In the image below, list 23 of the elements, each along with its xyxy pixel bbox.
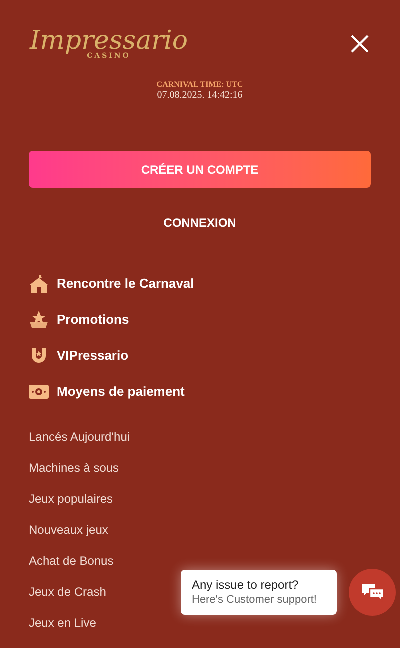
game-link[interactable]: Lancés Aujourd'hui bbox=[29, 429, 130, 446]
horseshoe-icon bbox=[29, 347, 49, 365]
menu-item[interactable]: Moyens de paiement bbox=[57, 382, 185, 402]
support-title: Any issue to report? bbox=[192, 578, 300, 592]
chat-button[interactable] bbox=[349, 569, 396, 616]
game-link[interactable]: Machines à sous bbox=[29, 460, 120, 477]
game-link[interactable]: Nouveaux jeux bbox=[29, 522, 108, 539]
clock-time: 07.08.2025. 14:42:16 bbox=[157, 90, 243, 101]
chat-icon bbox=[360, 582, 384, 602]
star-icon bbox=[29, 311, 49, 329]
game-link[interactable]: Jeux de Crash bbox=[29, 584, 106, 601]
menu-item[interactable]: VIPressario bbox=[57, 346, 129, 366]
clock-label: CARNIVAL TIME: UTC bbox=[156, 79, 244, 90]
support-text: Here's Customer support! bbox=[192, 592, 318, 608]
cash-icon bbox=[29, 384, 49, 400]
game-link[interactable]: Jeux populaires bbox=[29, 491, 114, 508]
menu-item[interactable]: Rencontre le Carnaval bbox=[57, 274, 194, 294]
menu-item[interactable]: Promotions bbox=[57, 310, 130, 330]
login-link[interactable]: CONNEXION bbox=[164, 214, 236, 232]
close-icon[interactable] bbox=[350, 34, 370, 54]
game-link[interactable]: Achat de Bonus bbox=[29, 553, 114, 570]
game-link[interactable]: Jeux en Live bbox=[29, 615, 96, 632]
support-tooltip[interactable]: Any issue to report? Here's Customer support! bbox=[181, 570, 337, 615]
